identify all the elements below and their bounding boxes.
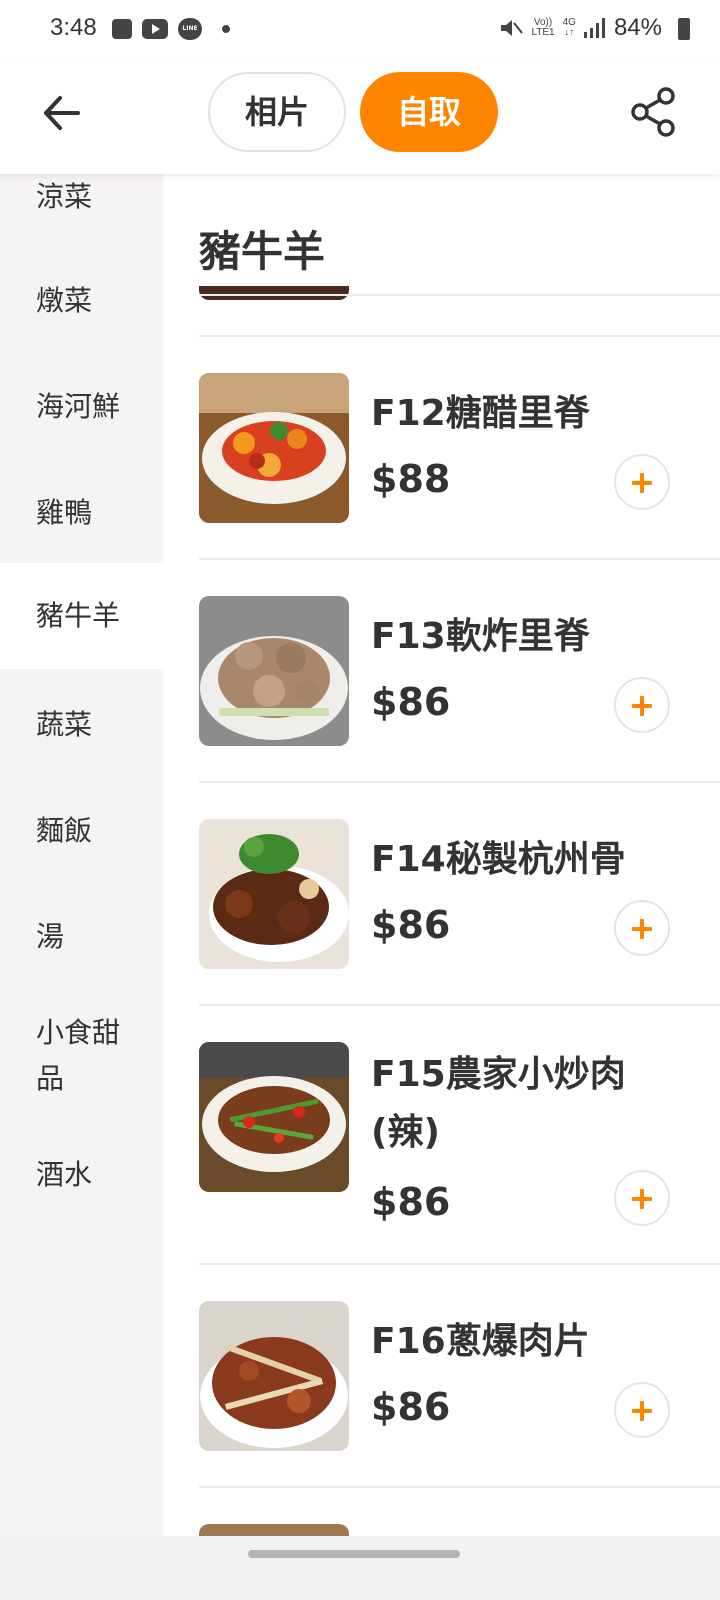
- system-icons: Vo)) LTE1 4G ↓↑ 84%: [499, 14, 662, 42]
- divider: [199, 294, 720, 296]
- sidebar-item-cold-dishes[interactable]: 涼菜: [0, 174, 163, 220]
- list-item[interactable]: F12糖醋里脊 $88: [199, 373, 720, 523]
- sidebar-item-vegetables[interactable]: 蔬菜: [0, 702, 163, 748]
- sidebar-item-poultry[interactable]: 雞鴨: [0, 490, 163, 536]
- more-notifications-icon: [222, 25, 230, 33]
- sidebar-item-seafood[interactable]: 海河鮮: [0, 384, 163, 430]
- menu-list: 豬牛羊 F12糖醋里脊 $88 F13軟炸里脊 $86 F14秘製杭州骨 $86…: [163, 174, 720, 1536]
- arrow-left-icon: [44, 96, 80, 130]
- dish-photo: [199, 819, 349, 969]
- divider: [199, 781, 720, 783]
- sidebar-item-stews[interactable]: 燉菜: [0, 278, 163, 324]
- dish-photo: [199, 1301, 349, 1451]
- volte-indicator: Vo)) LTE1: [531, 18, 554, 38]
- sidebar-item-soup[interactable]: 湯: [0, 914, 163, 960]
- divider: [199, 335, 720, 337]
- list-item[interactable]: F16蔥爆肉片 $86: [199, 1301, 720, 1451]
- tab-photos[interactable]: 相片: [208, 72, 346, 152]
- dish-price: $86: [371, 680, 451, 724]
- status-bar: 3:48 LINE Vo)) LTE1 4G ↓↑ 84%: [0, 0, 720, 58]
- dish-photo: [199, 596, 349, 746]
- tab-pickup[interactable]: 自取: [360, 72, 498, 152]
- dish-name: F12糖醋里脊: [371, 393, 590, 434]
- sidebar-item-pork-beef-lamb[interactable]: 豬牛羊: [0, 563, 163, 669]
- divider: [199, 1004, 720, 1006]
- dish-name: F13軟炸里脊: [371, 616, 590, 657]
- dish-price: $86: [371, 1180, 451, 1224]
- dish-price: $88: [371, 457, 451, 501]
- share-button[interactable]: [626, 84, 682, 140]
- add-to-cart-button[interactable]: [614, 900, 670, 956]
- add-to-cart-button[interactable]: [614, 454, 670, 510]
- category-sidebar: 涼菜 燉菜 海河鮮 雞鴨 豬牛羊 蔬菜 麵飯 湯 小食甜品 酒水: [0, 174, 163, 1536]
- dish-photo-partial: [199, 286, 349, 300]
- battery-percent: 84%: [613, 14, 662, 41]
- divider: [199, 1486, 720, 1488]
- dish-name: F16蔥爆肉片: [371, 1321, 590, 1362]
- battery-icon: [678, 18, 690, 40]
- dish-name: F15農家小炒肉(辣): [371, 1054, 626, 1153]
- add-to-cart-button[interactable]: [614, 677, 670, 733]
- divider: [199, 558, 720, 560]
- dish-price: $86: [371, 1385, 451, 1429]
- top-bar: 相片 自取: [0, 58, 720, 174]
- add-to-cart-button[interactable]: [614, 1382, 670, 1438]
- add-to-cart-button[interactable]: [614, 1170, 670, 1226]
- dish-photo: [199, 1042, 349, 1192]
- data-arrows-icon: ↓↑: [564, 27, 575, 38]
- gallery-icon: [112, 19, 132, 39]
- mute-icon: [501, 20, 524, 36]
- share-icon: [631, 87, 675, 137]
- list-item[interactable]: F15農家小炒肉(辣) $86: [199, 1042, 720, 1262]
- line-app-icon: LINE: [178, 18, 202, 40]
- dish-photo: [199, 373, 349, 523]
- network-indicator: 4G ↓↑: [563, 18, 576, 38]
- notification-icons: LINE: [112, 18, 230, 40]
- sidebar-item-snacks-desserts[interactable]: 小食甜品: [0, 1010, 140, 1102]
- section-title: 豬牛羊: [199, 227, 326, 276]
- dish-price: $86: [371, 903, 451, 947]
- status-time: 3:48: [50, 14, 97, 41]
- list-item[interactable]: F14秘製杭州骨 $86: [199, 819, 720, 969]
- sidebar-item-noodles-rice[interactable]: 麵飯: [0, 808, 163, 854]
- back-button[interactable]: [38, 88, 88, 138]
- lte-label: LTE1: [531, 27, 555, 38]
- home-gesture-handle[interactable]: [248, 1550, 460, 1558]
- navigation-bar: [0, 1536, 720, 1600]
- youtube-icon: [142, 19, 168, 39]
- list-item[interactable]: F13軟炸里脊 $86: [199, 596, 720, 746]
- dish-photo-partial: [199, 1524, 349, 1536]
- sidebar-item-drinks[interactable]: 酒水: [0, 1152, 163, 1198]
- divider: [199, 1263, 720, 1265]
- dish-name: F14秘製杭州骨: [371, 839, 626, 880]
- signal-icon: [583, 18, 606, 38]
